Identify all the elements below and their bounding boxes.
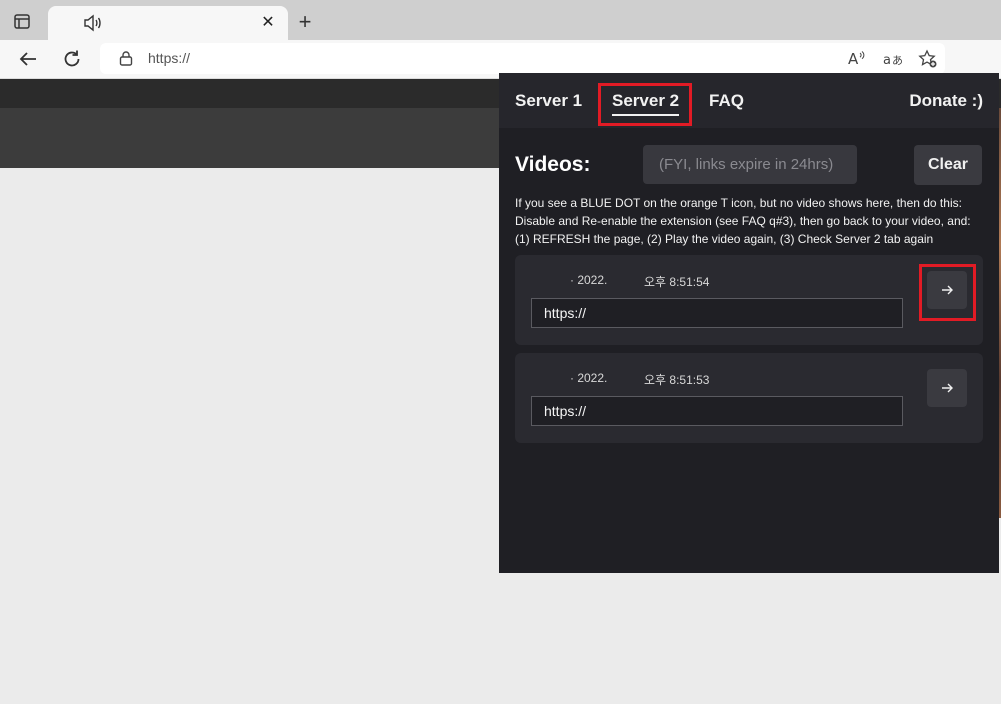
videos-heading: Videos: [515,153,591,176]
svg-text:a: a [883,53,891,68]
svg-text:A: A [848,50,859,68]
video-link-field[interactable]: https:// [531,298,903,328]
video-item: · 2022. 오후 8:51:53 https:// [515,353,983,443]
tab-donate[interactable]: Donate :) [909,91,983,111]
browser-tab[interactable]: ✕ [48,6,288,40]
new-tab-button[interactable]: + [295,11,315,33]
highlight-box-open-video [919,264,976,321]
clear-button[interactable]: Clear [914,145,982,185]
video-date: · 2022. [570,371,608,385]
video-time: 오후 8:51:54 [644,275,710,289]
video-date: · 2022. [570,273,608,287]
video-item: · 2022. 오후 8:51:54 https:// [515,255,983,345]
speaker-icon[interactable] [82,13,102,33]
instruction-line: If you see a BLUE DOT on the orange T ic… [515,196,962,210]
tab-faq[interactable]: FAQ [709,91,744,111]
open-video-button[interactable] [927,369,967,407]
lock-icon[interactable] [119,51,133,66]
tab-strip: ✕ + [0,0,1001,40]
highlight-box-server-2 [598,83,692,126]
arrow-right-icon [942,383,953,393]
svg-text:あ: あ [892,54,903,67]
back-arrow-icon[interactable] [17,48,39,70]
translate-icon[interactable]: aあ [883,49,903,69]
read-aloud-icon[interactable]: A [848,49,866,69]
popup-tab-bar: Server 1 Server 2 FAQ Donate :) [499,73,999,128]
video-link-field[interactable]: https:// [531,396,903,426]
instruction-line: Disable and Re-enable the extension (see… [515,214,971,228]
url-text[interactable]: https:// [148,50,190,66]
close-tab-icon[interactable]: ✕ [258,13,278,33]
extension-popup: Server 1 Server 2 FAQ Donate :) Videos: … [499,73,999,573]
links-expire-field[interactable] [643,145,857,184]
tab-actions-icon[interactable] [13,13,31,31]
video-time: 오후 8:51:53 [644,373,710,387]
address-bar[interactable]: https:// A aあ [100,43,945,74]
reload-icon[interactable] [61,48,83,70]
instruction-line: (1) REFRESH the page, (2) Play the video… [515,232,934,246]
favorites-add-icon[interactable] [918,49,938,69]
tab-server-1[interactable]: Server 1 [515,91,582,111]
instructions-text: If you see a BLUE DOT on the orange T ic… [515,194,991,248]
